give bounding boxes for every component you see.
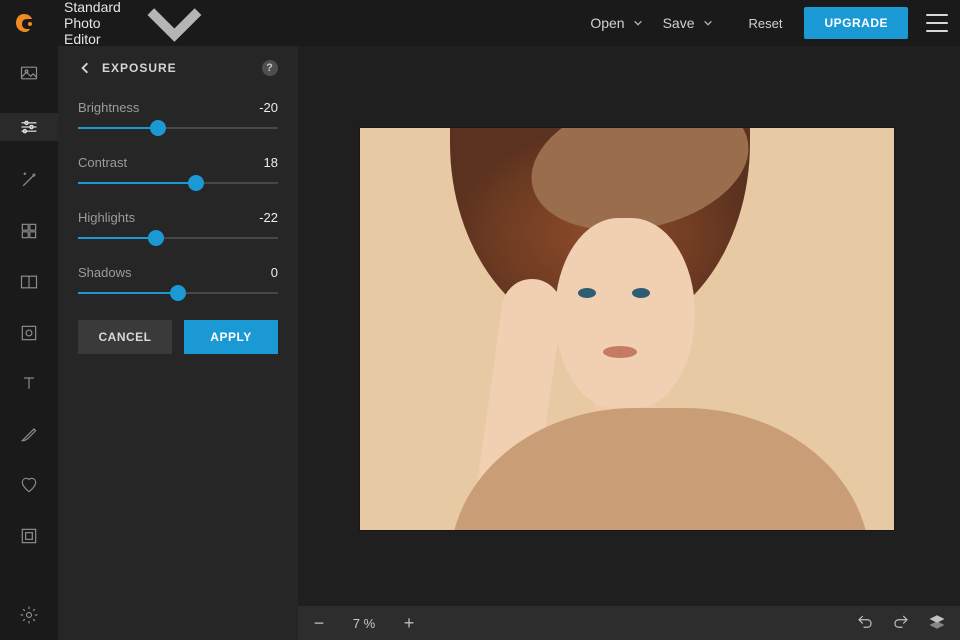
reset-button[interactable]: Reset (737, 10, 795, 37)
save-menu[interactable]: Save (653, 9, 723, 37)
magic-wand-icon (19, 170, 39, 190)
target-icon (19, 323, 39, 343)
magic-tool[interactable] (11, 169, 47, 192)
grid-tool[interactable] (11, 220, 47, 243)
redo-button[interactable] (892, 613, 910, 634)
app-header: Standard Photo Editor Open Save Reset UP… (0, 0, 960, 46)
adjustments-tool[interactable] (0, 113, 58, 141)
help-button[interactable]: ? (262, 60, 278, 76)
zoom-value: 7 % (344, 616, 384, 631)
resize-tool[interactable] (11, 524, 47, 547)
status-bar: − 7 % + (298, 606, 960, 640)
slider-highlights: Highlights -22 (78, 210, 278, 243)
compare-tool[interactable] (11, 270, 47, 293)
settings-tool[interactable] (11, 603, 47, 626)
slider-thumb[interactable] (150, 120, 166, 136)
slider-thumb[interactable] (170, 285, 186, 301)
slider-contrast: Contrast 18 (78, 155, 278, 188)
gear-icon (19, 605, 39, 625)
upgrade-button[interactable]: UPGRADE (804, 7, 908, 39)
hamburger-icon (926, 14, 948, 16)
slider-label: Highlights (78, 210, 135, 225)
open-menu[interactable]: Open (580, 9, 652, 37)
hamburger-icon (926, 30, 948, 32)
layers-icon (928, 613, 946, 631)
redo-icon (892, 613, 910, 631)
photo-placeholder (603, 346, 637, 358)
slider-value: -20 (259, 100, 278, 115)
slider-shadows: Shadows 0 (78, 265, 278, 298)
slider-value: -22 (259, 210, 278, 225)
slider-brightness: Brightness -20 (78, 100, 278, 133)
slider-track[interactable] (78, 288, 278, 298)
main-menu-button[interactable] (926, 14, 948, 32)
layers-button[interactable] (928, 613, 946, 634)
photo-placeholder (578, 288, 596, 298)
frame-tool[interactable] (11, 321, 47, 344)
canvas-area: − 7 % + (298, 46, 960, 640)
hamburger-icon (926, 22, 948, 24)
apply-button[interactable]: APPLY (184, 320, 278, 354)
chevron-down-icon (633, 18, 643, 28)
tool-rail (0, 46, 58, 640)
panel-title: EXPOSURE (102, 61, 252, 75)
text-tool[interactable] (11, 372, 47, 395)
chevron-down-icon (703, 18, 713, 28)
resize-icon (19, 526, 39, 546)
brush-icon (19, 424, 39, 444)
image-tool[interactable] (11, 62, 47, 85)
undo-button[interactable] (856, 613, 874, 634)
slider-label: Contrast (78, 155, 127, 170)
slider-value: 18 (264, 155, 278, 170)
photo-placeholder (632, 288, 650, 298)
image-canvas[interactable] (360, 128, 894, 530)
save-label: Save (663, 15, 695, 31)
heart-icon (19, 475, 39, 495)
heart-tool[interactable] (11, 474, 47, 497)
split-view-icon (19, 272, 39, 292)
slider-track[interactable] (78, 178, 278, 188)
zoom-in-button[interactable]: + (402, 613, 416, 634)
slider-track[interactable] (78, 123, 278, 133)
product-name: Standard Photo Editor (64, 0, 131, 47)
slider-thumb[interactable] (148, 230, 164, 246)
app-logo (12, 11, 36, 35)
slider-track[interactable] (78, 233, 278, 243)
grid-icon (19, 221, 39, 241)
open-label: Open (590, 15, 624, 31)
cancel-button[interactable]: CANCEL (78, 320, 172, 354)
slider-label: Shadows (78, 265, 131, 280)
undo-icon (856, 613, 874, 631)
brush-tool[interactable] (11, 423, 47, 446)
exposure-panel: EXPOSURE ? Brightness -20 Contrast 18 Highli… (58, 46, 298, 640)
zoom-control: − 7 % + (312, 613, 416, 634)
zoom-out-button[interactable]: − (312, 613, 326, 634)
text-icon (19, 373, 39, 393)
photo-placeholder (555, 218, 695, 408)
back-chevron-icon[interactable] (78, 61, 92, 75)
slider-thumb[interactable] (188, 175, 204, 191)
image-icon (19, 63, 39, 83)
sliders-icon (19, 117, 39, 137)
slider-value: 0 (271, 265, 278, 280)
slider-label: Brightness (78, 100, 139, 115)
